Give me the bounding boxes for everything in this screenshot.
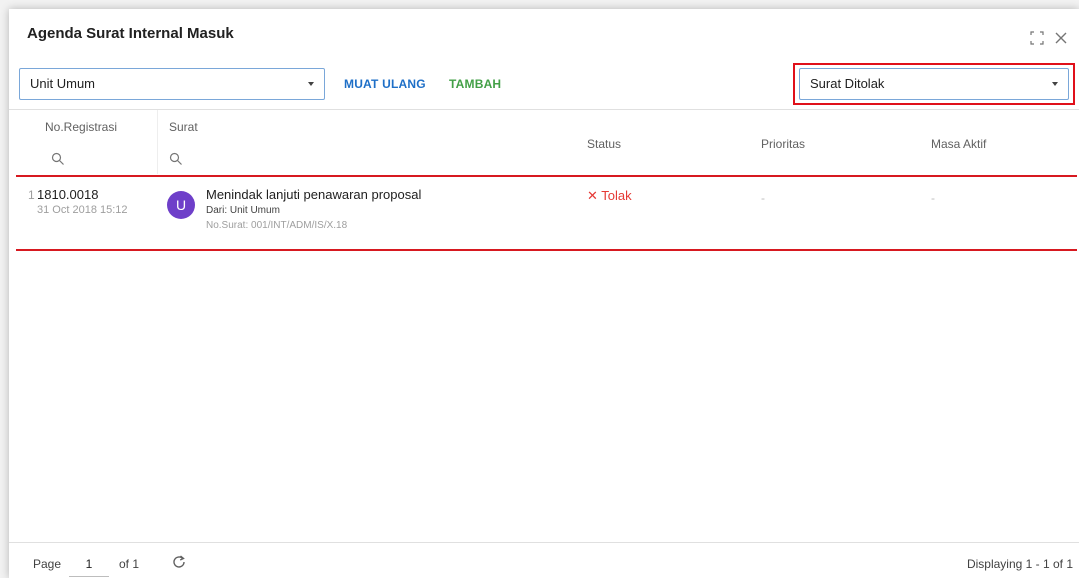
column-header-active-period[interactable]: Masa Aktif xyxy=(931,137,986,151)
column-header-priority[interactable]: Prioritas xyxy=(761,137,805,151)
letter-subject: Menindak lanjuti penawaran proposal xyxy=(206,187,422,202)
registration-date: 31 Oct 2018 15:12 xyxy=(37,204,128,216)
filter-select[interactable]: Surat Ditolak xyxy=(799,68,1069,100)
window-titlebar: Agenda Surat Internal Masuk xyxy=(9,9,1079,59)
active-period-value: - xyxy=(931,191,935,205)
unit-select-value: Unit Umum xyxy=(30,76,96,91)
column-divider xyxy=(157,110,158,174)
letter-number: No.Surat: 001/INT/ADM/IS/X.18 xyxy=(206,220,348,231)
column-header-status[interactable]: Status xyxy=(587,137,621,151)
filter-select-value: Surat Ditolak xyxy=(810,76,885,91)
grid-header: No.Registrasi Surat Status Prioritas Mas… xyxy=(9,109,1079,174)
displaying-count: Displaying 1 - 1 of 1 xyxy=(966,557,1073,571)
letter-sender: Dari: Unit Umum xyxy=(206,205,280,216)
toolbar: Unit Umum MUAT ULANG TAMBAH Surat Ditola… xyxy=(9,59,1079,109)
page-number-input[interactable]: 1 xyxy=(69,551,109,577)
avatar: U xyxy=(167,191,195,219)
search-icon[interactable] xyxy=(51,152,65,166)
chevron-down-icon xyxy=(308,82,314,86)
column-header-letter[interactable]: Surat xyxy=(169,120,198,134)
table-row[interactable]: 1 1810.0018 31 Oct 2018 15:12 U Menindak… xyxy=(9,177,1079,249)
add-button[interactable]: TAMBAH xyxy=(449,77,501,91)
reload-button[interactable]: MUAT ULANG xyxy=(344,77,426,91)
page-label: Page xyxy=(33,557,62,571)
close-icon[interactable] xyxy=(1054,31,1070,47)
agenda-window: Agenda Surat Internal Masuk Unit Umum MU… xyxy=(9,9,1079,578)
unit-select[interactable]: Unit Umum xyxy=(19,68,325,100)
column-header-registration[interactable]: No.Registrasi xyxy=(45,120,117,134)
registration-number: 1810.0018 xyxy=(37,187,99,202)
row-number: 1 xyxy=(28,188,35,202)
window-title: Agenda Surat Internal Masuk xyxy=(27,25,234,42)
search-icon[interactable] xyxy=(169,152,183,166)
chevron-down-icon xyxy=(1052,82,1058,86)
refresh-icon[interactable] xyxy=(171,554,187,570)
pagination-bar: Page 1 of 1 Displaying 1 - 1 of 1 xyxy=(9,542,1079,578)
priority-value: - xyxy=(761,191,765,205)
status-badge: ✕ Tolak xyxy=(587,188,632,203)
maximize-icon[interactable] xyxy=(1030,31,1046,47)
page-total-label: of 1 xyxy=(119,557,140,571)
